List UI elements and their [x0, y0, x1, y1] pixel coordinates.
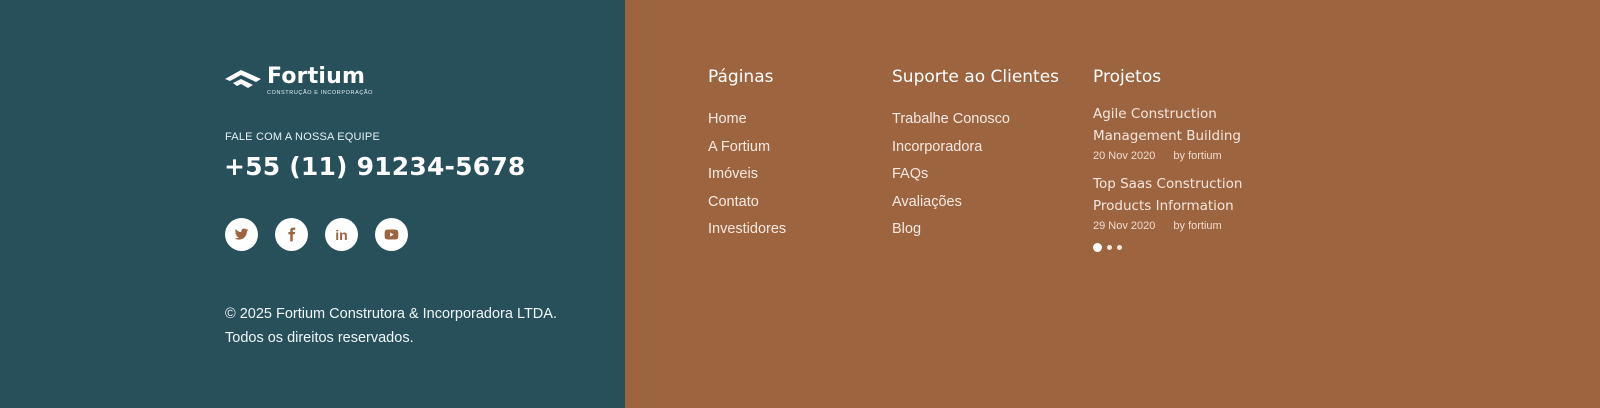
support-title: Suporte ao Clientes: [892, 67, 1060, 87]
footer-link-faqs[interactable]: FAQs: [892, 161, 1059, 189]
footer-link-avaliacoes[interactable]: Avaliações: [892, 189, 1059, 217]
roof-logo-icon: [225, 70, 261, 88]
footer-link-imoveis[interactable]: Imóveis: [708, 161, 786, 189]
phone-number[interactable]: +55 (11) 91234-5678: [224, 152, 526, 181]
copyright-text: © 2025 Fortium Construtora & Incorporado…: [225, 303, 557, 350]
footer-link-investidores[interactable]: Investidores: [708, 216, 786, 244]
post-title-line: Agile Construction: [1093, 106, 1217, 122]
social-links: in: [225, 218, 408, 251]
footer-right-panel: Páginas Home A Fortium Imóveis Contato I…: [625, 0, 1600, 408]
project-post[interactable]: Agile Construction Management Building 2…: [1093, 103, 1242, 162]
footer-link-a-fortium[interactable]: A Fortium: [708, 134, 786, 162]
post-date: 20 Nov 2020: [1093, 150, 1156, 162]
contact-label: FALE COM A NOSSA EQUIPE: [225, 131, 380, 143]
post-date: 29 Nov 2020: [1093, 220, 1156, 232]
post-title-line: Management Building: [1093, 128, 1241, 144]
twitter-icon: [234, 228, 249, 240]
twitter-button[interactable]: [225, 218, 258, 251]
slider-dot[interactable]: [1107, 245, 1112, 250]
footer-link-incorporadora[interactable]: Incorporadora: [892, 134, 1059, 162]
copyright-line-2: Todos os direitos reservados.: [225, 329, 414, 346]
support-column: Suporte ao Clientes Trabalhe Conosco Inc…: [892, 67, 1059, 244]
footer-link-contato[interactable]: Contato: [708, 189, 786, 217]
post-title-line: Products Information: [1093, 198, 1234, 214]
footer-link-blog[interactable]: Blog: [892, 216, 1059, 244]
pages-title: Páginas: [708, 67, 774, 87]
linkedin-icon: in: [335, 226, 348, 243]
youtube-icon: [384, 229, 399, 240]
facebook-button[interactable]: [275, 218, 308, 251]
slider-dot[interactable]: [1117, 245, 1122, 250]
project-post[interactable]: Top Saas Construction Products Informati…: [1093, 173, 1242, 232]
youtube-button[interactable]: [375, 218, 408, 251]
post-author: by fortium: [1173, 220, 1222, 232]
post-title-line: Top Saas Construction: [1093, 176, 1243, 192]
brand-tagline: CONSTRUÇÃO E INCORPORAÇÃO: [267, 90, 374, 96]
copyright-line-1: © 2025 Fortium Construtora & Incorporado…: [225, 306, 557, 322]
footer-link-trabalhe-conosco[interactable]: Trabalhe Conosco: [892, 106, 1059, 134]
brand-logo[interactable]: Fortium CONSTRUÇÃO E INCORPORAÇÃO: [225, 66, 373, 96]
facebook-icon: [288, 227, 296, 242]
brand-name: Fortium: [267, 64, 366, 89]
footer-left-panel: Fortium CONSTRUÇÃO E INCORPORAÇÃO FALE C…: [0, 0, 625, 408]
slider-pagination: [1093, 243, 1242, 252]
slider-dot[interactable]: [1093, 243, 1102, 252]
post-author: by fortium: [1173, 150, 1222, 162]
pages-column: Páginas Home A Fortium Imóveis Contato I…: [708, 67, 786, 244]
footer-link-home[interactable]: Home: [708, 106, 786, 134]
projects-column: Projetos Agile Construction Management B…: [1093, 67, 1242, 252]
linkedin-button[interactable]: in: [325, 218, 358, 251]
projects-title: Projetos: [1093, 67, 1162, 87]
